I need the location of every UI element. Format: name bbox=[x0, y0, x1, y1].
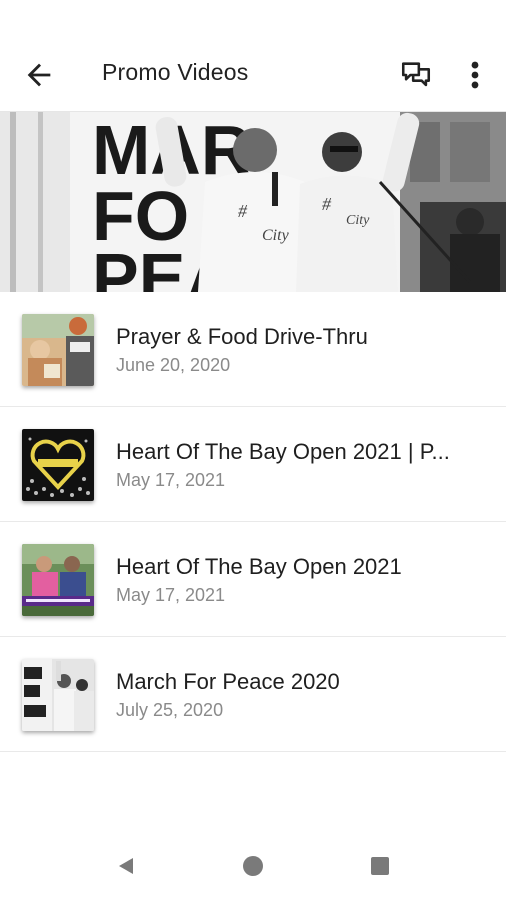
video-thumbnail bbox=[22, 429, 94, 501]
video-title: Heart Of The Bay Open 2021 | P... bbox=[116, 439, 450, 464]
list-item[interactable]: March For Peace 2020 July 25, 2020 bbox=[0, 637, 506, 752]
circle-home-icon[interactable] bbox=[243, 856, 263, 876]
video-date: June 20, 2020 bbox=[116, 355, 231, 375]
list-item[interactable]: Heart Of The Bay Open 2021 May 17, 2021 bbox=[0, 522, 506, 637]
video-list: Prayer & Food Drive-Thru June 20, 2020 H… bbox=[0, 292, 506, 752]
square-recents-icon[interactable] bbox=[371, 857, 389, 875]
video-date: July 25, 2020 bbox=[116, 700, 224, 720]
video-thumbnail bbox=[22, 544, 94, 616]
arrow-left-icon[interactable] bbox=[22, 58, 56, 92]
chat-bubbles-icon[interactable] bbox=[399, 58, 433, 92]
video-date: May 17, 2021 bbox=[116, 585, 226, 605]
video-thumbnail bbox=[22, 659, 94, 731]
app-bar: Promo Videos bbox=[0, 0, 506, 112]
system-nav-bar bbox=[0, 828, 506, 900]
list-item[interactable]: Heart Of The Bay Open 2021 | P... May 17… bbox=[0, 407, 506, 522]
svg-text:#: # bbox=[322, 194, 332, 214]
page-title: Promo Videos bbox=[102, 59, 249, 85]
svg-text:City: City bbox=[346, 213, 370, 228]
list-item[interactable]: Prayer & Food Drive-Thru June 20, 2020 bbox=[0, 292, 506, 407]
triangle-back-icon[interactable] bbox=[116, 856, 136, 876]
svg-text:#: # bbox=[238, 201, 248, 221]
video-title: Heart Of The Bay Open 2021 bbox=[116, 554, 402, 579]
video-title: March For Peace 2020 bbox=[116, 669, 340, 694]
more-vertical-icon[interactable] bbox=[464, 58, 486, 92]
hero-photo: MAR FO PEA # City # City bbox=[0, 112, 506, 292]
video-thumbnail bbox=[22, 314, 94, 386]
video-title: Prayer & Food Drive-Thru bbox=[116, 324, 368, 349]
svg-text:City: City bbox=[262, 227, 290, 244]
hero-banner-image[interactable]: MAR FO PEA # City # City bbox=[0, 112, 506, 292]
video-date: May 17, 2021 bbox=[116, 470, 226, 490]
